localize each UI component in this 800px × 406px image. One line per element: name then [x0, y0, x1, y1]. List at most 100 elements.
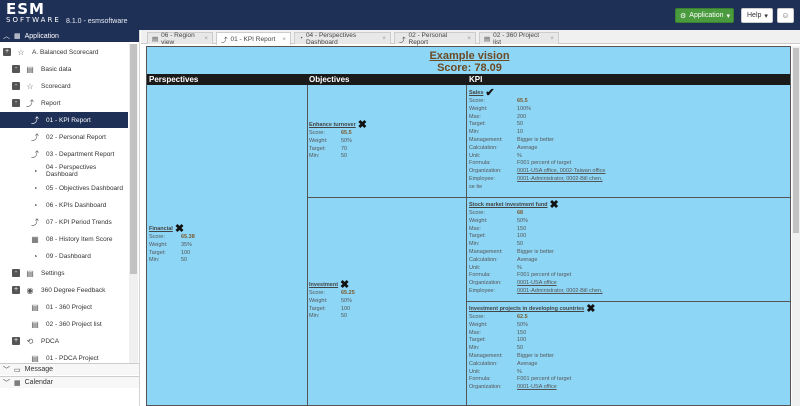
field-value: 65.5 [341, 130, 352, 136]
sidebar-item-label: 04 - Perspectives Dashboard [46, 164, 97, 178]
vision-title[interactable]: Example vision [147, 50, 790, 62]
document-icon: ▤ [31, 302, 39, 312]
objective-investment: Investment ✖ Score: 65.25 Weight: 50% Target: 1… [309, 280, 355, 321]
field-value: F001 percent of target [517, 160, 572, 167]
sidebar-item[interactable]: ▤ 01 - 360 Project [0, 299, 128, 315]
field-row: Management: Bigger is better [469, 137, 605, 145]
field-link[interactable]: 0001-Administrator, 0002-Bill chen, [517, 288, 603, 296]
star-icon: ☆ [26, 81, 34, 91]
tab-360-project-list[interactable]: ▤ 02 - 360 Project list × [479, 32, 559, 46]
field-link[interactable]: 0001-USA office [517, 384, 557, 392]
vision-score: Score: 78.09 [437, 62, 502, 74]
field-value: Average [517, 360, 538, 367]
sidebar-header[interactable]: ︿ ▦ Application [0, 30, 139, 42]
collapse-icon[interactable]: - [12, 82, 20, 90]
collapse-icon[interactable]: - [12, 65, 20, 73]
sidebar-item[interactable]: ▤ 02 - 360 Project list [0, 316, 128, 332]
cross-icon: ✖ [549, 199, 559, 211]
chevron-down-icon: ▾ [764, 12, 768, 20]
tab-label: 04 - Perspectives Dashboard [305, 31, 357, 46]
field-label: Organization: [469, 384, 502, 391]
sidebar-item[interactable]: ⤴ 02 - Personal Report [0, 129, 128, 145]
user-menu-button[interactable]: ☺ [777, 8, 794, 23]
field-value: 68 [517, 210, 524, 216]
logo-sub-text: SOFTWARE [6, 16, 61, 24]
sidebar-item[interactable]: ⤴ 01 - KPI Report [0, 112, 128, 128]
sidebar-item[interactable]: + ☆ A. Balanced Scorecard [0, 44, 128, 60]
sidebar-item[interactable]: - ▤ Settings [0, 265, 128, 281]
item-name-link[interactable]: Investment [309, 282, 338, 290]
field-label: Organization: [469, 168, 502, 175]
document-icon: ▤ [31, 353, 39, 363]
close-icon[interactable]: × [550, 35, 554, 42]
expand-icon[interactable]: + [12, 337, 20, 345]
kpi-report-panel: Example vision Score: 78.09 Perspectives… [146, 46, 791, 406]
accordion-message[interactable]: ﹀ ▭ Message [0, 363, 139, 375]
sidebar-item[interactable]: ◔ 09 - Dashboard [0, 248, 128, 264]
field-value: % [517, 152, 522, 159]
item-name-link[interactable]: Enhance turnover [309, 122, 356, 130]
sidebar-item[interactable]: ◔ 05 - Objectives Dashboard [0, 180, 128, 196]
field-row: Weight: 50% [469, 322, 595, 330]
field-link[interactable]: 0001-USA office [517, 280, 557, 288]
sidebar-item[interactable]: ◔ 04 - Perspectives Dashboard [0, 163, 128, 179]
sidebar-scroll-thumb[interactable] [130, 44, 137, 274]
field-label: Min: [309, 153, 320, 160]
tab-kpi-report[interactable]: ⤴ 01 - KPI Report × [216, 32, 291, 45]
close-icon[interactable]: × [204, 35, 208, 42]
pie-icon: ◔ [32, 251, 38, 261]
field-value: 100 [517, 337, 527, 344]
field-value: Bigger is better [517, 136, 554, 143]
esm-logo[interactable]: ESM SOFTWARE [6, 2, 61, 25]
content-scrollbar[interactable] [792, 46, 800, 406]
close-icon[interactable]: × [282, 36, 286, 43]
sidebar-item-label: 09 - Dashboard [46, 252, 91, 260]
field-link[interactable]: 0001-Administrator, 0002-Bill chen, [517, 176, 603, 184]
field-value: Bigger is better [517, 352, 554, 359]
field-row: Score: 65.25 [309, 290, 355, 298]
sidebar-scrollbar[interactable] [129, 44, 138, 364]
item-name-link[interactable]: Sales [469, 90, 483, 98]
field-link[interactable]: 0001-USA office, 0002-Taiwan office [517, 168, 605, 176]
tab-personal-report[interactable]: ⤴ 02 - Personal Report × [394, 32, 476, 46]
sidebar-item[interactable]: ◔ 06 - KPIs Dashboard [0, 197, 128, 213]
sidebar-item[interactable]: + ◉ 360 Degree Feedback [0, 282, 128, 298]
collapse-icon[interactable]: - [12, 269, 20, 277]
tab-perspectives-dashboard[interactable]: ◔ 04 - Perspectives Dashboard × [294, 31, 391, 46]
content-scroll-thumb[interactable] [793, 48, 799, 233]
field-label: Unit: [469, 152, 481, 159]
item-name-link[interactable]: Stock market investment fund [469, 202, 548, 210]
item-name-link[interactable]: Investment projects in developing countr… [469, 306, 584, 314]
sidebar-item[interactable]: + ⟲ PDCA [0, 333, 128, 349]
close-icon[interactable]: × [382, 35, 386, 42]
field-value: 65.5 [517, 98, 528, 104]
sidebar-item[interactable]: ▦ 08 - History Item Score [0, 231, 128, 247]
field-value: 62.5 [517, 314, 528, 320]
cycle-icon: ⟲ [26, 336, 34, 346]
close-icon[interactable]: × [467, 35, 471, 42]
application-menu-button[interactable]: ⚙ Application ▾ [675, 8, 734, 23]
accordion-calendar[interactable]: ﹀ ▦ Calendar [0, 376, 139, 388]
field-row: Calculation: Average [469, 361, 595, 369]
help-menu-button[interactable]: Help ▾ [741, 8, 773, 23]
field-row: Management: Bigger is better [469, 353, 595, 361]
collapse-icon[interactable]: - [12, 99, 20, 107]
sidebar-item[interactable]: - ⤴ Report [0, 95, 128, 111]
field-row: Weight: 50% [309, 138, 367, 146]
sidebar-item[interactable]: ▤ 01 - PDCA Project [0, 350, 128, 364]
field-value: % [517, 264, 522, 271]
sidebar-item[interactable]: ⤴ 03 - Department Report [0, 146, 128, 162]
sidebar-item[interactable]: - ☆ Scorecard [0, 78, 128, 94]
tab-region-view[interactable]: ▤ 06 - Region view × [147, 31, 213, 46]
field-label: Weight: [149, 241, 168, 248]
sidebar-item-label: 06 - KPIs Dashboard [46, 201, 107, 209]
item-name-link[interactable]: Financial [149, 226, 173, 234]
expand-icon[interactable]: + [3, 48, 11, 56]
sidebar-item[interactable]: - ▤ Basic data [0, 61, 128, 77]
field-row: Weight: 50% [469, 218, 603, 226]
field-label: Formula: [469, 272, 491, 279]
sidebar-item[interactable]: ⤴ 07 - KPI Period Trends [0, 214, 128, 230]
expand-icon[interactable]: + [12, 286, 20, 294]
tab-label: 06 - Region view [161, 31, 195, 46]
field-row: Weight: 100% [469, 106, 605, 114]
